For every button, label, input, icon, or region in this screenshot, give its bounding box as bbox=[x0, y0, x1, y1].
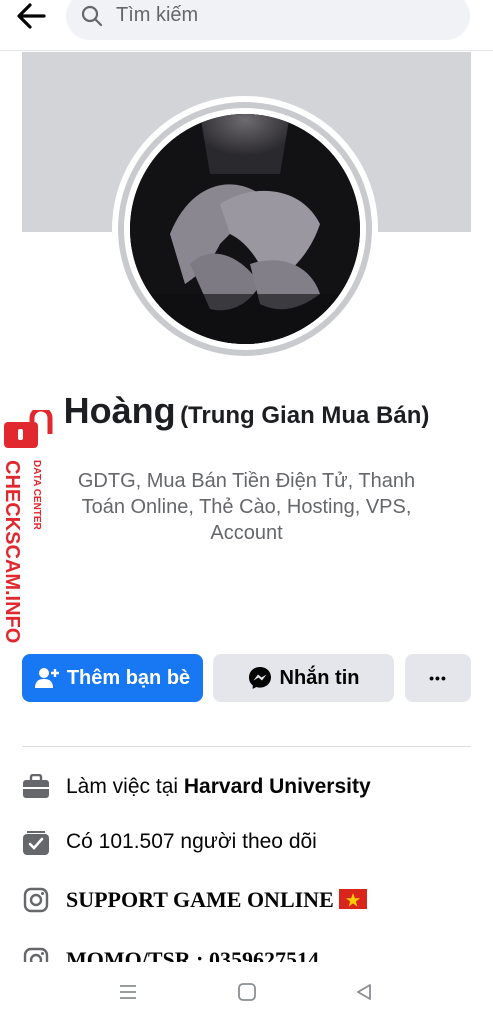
back-arrow-icon[interactable] bbox=[14, 0, 54, 34]
watermark-top-text: DATA CENTER bbox=[31, 460, 42, 531]
instagram-text-1: SUPPORT GAME ONLINE bbox=[66, 887, 368, 913]
profile-bio: GDTG, Mua Bán Tiền Điện Tử, Thanh Toán O… bbox=[77, 470, 416, 544]
system-navigation-bar bbox=[0, 962, 493, 1024]
followers-icon bbox=[22, 828, 50, 856]
search-input[interactable]: Tìm kiếm bbox=[66, 0, 470, 40]
add-friend-button[interactable]: Thêm bạn bè bbox=[22, 654, 203, 702]
message-label: Nhắn tin bbox=[279, 666, 360, 689]
more-options-button[interactable]: ••• bbox=[405, 654, 471, 702]
checkscam-watermark: CHECKSCAM.INFO DATA CENTER bbox=[1, 406, 56, 650]
followers-text[interactable]: Có 101.507 người theo dõi bbox=[66, 830, 317, 854]
work-place[interactable]: Harvard University bbox=[184, 775, 371, 798]
top-bar: Tìm kiếm bbox=[0, 0, 493, 51]
work-prefix: Làm việc tại bbox=[66, 775, 184, 798]
search-icon bbox=[80, 4, 104, 33]
instagram-row-1[interactable]: SUPPORT GAME ONLINE bbox=[22, 884, 471, 916]
briefcase-icon bbox=[22, 773, 50, 801]
vietnam-flag-icon bbox=[339, 887, 368, 912]
home-icon[interactable] bbox=[237, 982, 257, 1007]
avatar[interactable] bbox=[130, 114, 360, 344]
add-friend-label: Thêm bạn bè bbox=[66, 666, 191, 689]
messenger-icon bbox=[248, 667, 271, 689]
search-placeholder: Tìm kiếm bbox=[116, 4, 199, 26]
add-friend-icon bbox=[34, 668, 59, 688]
divider bbox=[22, 746, 471, 747]
profile-alternate-name: (Trung Gian Mua Bán) bbox=[180, 402, 430, 429]
lock-icon bbox=[4, 406, 53, 448]
profile-name: Hoàng (Trung Gian Mua Bán) bbox=[0, 390, 493, 432]
message-button[interactable]: Nhắn tin bbox=[213, 654, 394, 702]
back-nav-icon[interactable] bbox=[354, 982, 374, 1007]
profile-main-name: Hoàng bbox=[63, 390, 176, 431]
recent-apps-icon[interactable] bbox=[118, 982, 138, 1007]
instagram-text-1-value: SUPPORT GAME ONLINE bbox=[66, 887, 334, 912]
work-row: Làm việc tại Harvard University bbox=[22, 771, 471, 803]
more-dots-icon: ••• bbox=[429, 670, 447, 686]
work-text: Làm việc tại Harvard University bbox=[66, 775, 371, 799]
instagram-icon bbox=[22, 886, 50, 914]
watermark-main-text: CHECKSCAM.INFO bbox=[2, 460, 23, 643]
followers-row: Có 101.507 người theo dõi bbox=[22, 826, 471, 858]
